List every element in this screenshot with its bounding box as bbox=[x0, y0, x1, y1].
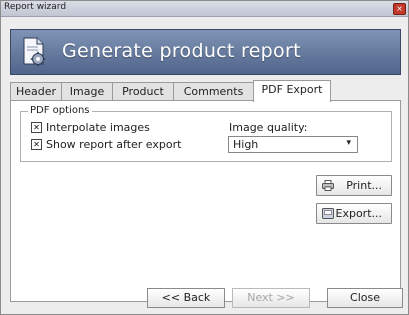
report-wizard-window: Report wizard × Generate product report … bbox=[0, 0, 409, 315]
next-button[interactable]: Next >> bbox=[232, 288, 310, 308]
image-quality-value: High bbox=[233, 138, 259, 151]
tab-image[interactable]: Image bbox=[61, 82, 113, 101]
image-quality-label: Image quality: bbox=[229, 121, 308, 134]
checkbox-checked-icon: ✕ bbox=[31, 138, 42, 150]
show-report-label: Show report after export bbox=[46, 138, 182, 151]
banner-title: Generate product report bbox=[62, 40, 301, 62]
image-quality-select[interactable]: High ▾ bbox=[228, 136, 358, 153]
print-button[interactable]: Print... bbox=[316, 175, 392, 196]
export-icon bbox=[322, 208, 334, 219]
header-banner: Generate product report bbox=[10, 29, 401, 75]
close-button[interactable]: Close bbox=[327, 288, 403, 308]
document-gear-icon bbox=[23, 37, 46, 67]
interpolate-images-checkbox[interactable]: ✕ Interpolate images bbox=[31, 121, 150, 134]
export-label: Export... bbox=[335, 207, 383, 220]
checkbox-checked-icon: ✕ bbox=[31, 121, 42, 133]
tab-product[interactable]: Product bbox=[112, 82, 174, 101]
tab-header[interactable]: Header bbox=[10, 82, 62, 101]
chevron-down-icon: ▾ bbox=[346, 138, 351, 148]
pdf-options-legend: PDF options bbox=[28, 105, 92, 116]
pdf-options-group: PDF options ✕ Interpolate images ✕ Show re… bbox=[20, 105, 392, 162]
printer-icon bbox=[322, 180, 334, 191]
print-label: Print... bbox=[346, 179, 382, 192]
pdf-export-panel: PDF options ✕ Interpolate images ✕ Show re… bbox=[10, 100, 401, 302]
back-button[interactable]: << Back bbox=[147, 288, 225, 308]
export-button[interactable]: Export... bbox=[316, 203, 392, 224]
tab-comments[interactable]: Comments bbox=[173, 82, 254, 101]
window-title: Report wizard bbox=[4, 2, 67, 12]
title-bar[interactable]: Report wizard × bbox=[1, 1, 408, 17]
show-report-after-export-checkbox[interactable]: ✕ Show report after export bbox=[31, 138, 181, 151]
close-window-button[interactable]: × bbox=[393, 3, 406, 15]
interpolate-images-label: Interpolate images bbox=[46, 121, 150, 134]
tab-pdf-export[interactable]: PDF Export bbox=[253, 80, 331, 102]
